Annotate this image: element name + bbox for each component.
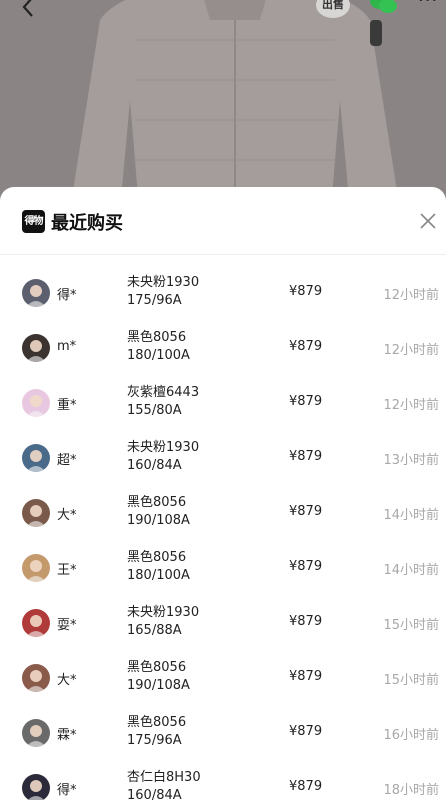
dewu-logo: 得物 [22,210,45,233]
purchase-row: 大* 黑色8056 190/108A ¥879 14小时前 [0,486,446,541]
user-avatar [22,444,50,472]
back-arrow-icon[interactable] [18,0,40,18]
product-spec: 黑色8056 180/100A [127,329,190,365]
product-spec: 黑色8056 180/100A [127,549,190,585]
sheet-title: 最近购买 [51,213,123,234]
purchase-row: 霖* 黑色8056 175/96A ¥879 16小时前 [0,706,446,761]
product-size: 180/100A [127,568,190,583]
user-avatar [22,719,50,747]
product-color: 黑色8056 [127,495,187,510]
product-color: 未央粉1930 [127,275,200,290]
buyer-name: m* [57,339,77,354]
top-navigation-bar: 出售 ··· [0,0,446,30]
purchase-time: 12小时前 [383,398,439,413]
sell-button[interactable]: 出售 [316,0,350,18]
product-spec: 黑色8056 190/108A [127,659,190,695]
purchase-time: 12小时前 [383,343,439,358]
purchase-price: ¥879 [289,724,323,739]
product-size: 165/88A [127,623,182,638]
close-icon[interactable] [418,211,438,231]
product-size: 155/80A [127,403,182,418]
product-spec: 未央粉1930 160/84A [127,439,199,475]
buyer-name: 王* [57,563,77,578]
product-spec: 未央粉1930 175/96A [127,274,199,310]
purchase-price: ¥879 [289,339,323,354]
purchase-price: ¥879 [289,779,323,794]
product-size: 175/96A [127,293,182,308]
product-color: 黑色8056 [127,715,187,730]
user-avatar [22,334,50,362]
purchase-time: 14小时前 [383,563,439,578]
purchase-time: 15小时前 [383,673,439,688]
buyer-name: 大* [57,673,77,688]
product-spec: 黑色8056 175/96A [127,714,186,750]
purchase-row: 超* 未央粉1930 160/84A ¥879 13小时前 [0,431,446,486]
more-options-button[interactable]: ··· [418,0,442,11]
product-size: 160/84A [127,788,182,800]
buyer-name: 得* [57,288,77,303]
purchase-price: ¥879 [289,669,323,684]
purchase-price: ¥879 [289,504,323,519]
purchase-row: 得* 未央粉1930 175/96A ¥879 12小时前 [0,266,446,321]
user-avatar [22,499,50,527]
product-spec: 杏仁白8H30 160/84A [127,769,201,800]
buyer-name: 得* [57,783,77,798]
purchase-list: 得* 未央粉1930 175/96A ¥879 12小时前 m* 黑色8056 180/100… [0,266,446,800]
purchase-time: 18小时前 [383,783,439,798]
purchase-row: 大* 黑色8056 190/108A ¥879 15小时前 [0,651,446,706]
purchase-price: ¥879 [289,394,323,409]
purchase-row: 耍* 未央粉1930 165/88A ¥879 15小时前 [0,596,446,651]
purchase-price: ¥879 [289,614,323,629]
product-spec: 黑色8056 190/108A [127,494,190,530]
purchase-time: 13小时前 [383,453,439,468]
buyer-name: 重* [57,398,77,413]
buyer-name: 耍* [57,618,77,633]
user-avatar [22,554,50,582]
user-avatar [22,279,50,307]
purchase-row: 得* 杏仁白8H30 160/84A ¥879 18小时前 [0,761,446,800]
purchase-price: ¥879 [289,449,323,464]
purchase-time: 15小时前 [383,618,439,633]
buyer-name: 超* [57,453,77,468]
purchase-row: m* 黑色8056 180/100A ¥879 12小时前 [0,321,446,376]
buyer-name: 霖* [57,728,77,743]
purchase-time: 16小时前 [383,728,439,743]
product-spec: 灰紫檀6443 155/80A [127,384,199,420]
user-avatar [22,609,50,637]
sheet-header: 得物 最近购买 [0,187,446,255]
product-color: 黑色8056 [127,550,187,565]
product-spec: 未央粉1930 165/88A [127,604,199,640]
product-color: 黑色8056 [127,660,187,675]
product-color: 灰紫檀6443 [127,385,200,400]
product-color: 未央粉1930 [127,440,200,455]
wechat-share-icon[interactable] [368,0,398,16]
purchase-row: 王* 黑色8056 180/100A ¥879 14小时前 [0,541,446,596]
purchase-row: 重* 灰紫檀6443 155/80A ¥879 12小时前 [0,376,446,431]
user-avatar [22,774,50,800]
buyer-name: 大* [57,508,77,523]
product-color: 黑色8056 [127,330,187,345]
user-avatar [22,664,50,692]
product-size: 180/100A [127,348,190,363]
user-avatar [22,389,50,417]
product-size: 160/84A [127,458,182,473]
product-size: 190/108A [127,513,190,528]
purchase-time: 14小时前 [383,508,439,523]
product-color: 未央粉1930 [127,605,200,620]
recent-purchases-sheet: 得物 最近购买 得* 未央粉1930 175/96A ¥879 12小时前 m* 黑色805… [0,187,446,800]
purchase-price: ¥879 [289,284,323,299]
product-size: 175/96A [127,733,182,748]
purchase-time: 12小时前 [383,288,439,303]
product-color: 杏仁白8H30 [127,770,201,785]
purchase-price: ¥879 [289,559,323,574]
product-size: 190/108A [127,678,190,693]
